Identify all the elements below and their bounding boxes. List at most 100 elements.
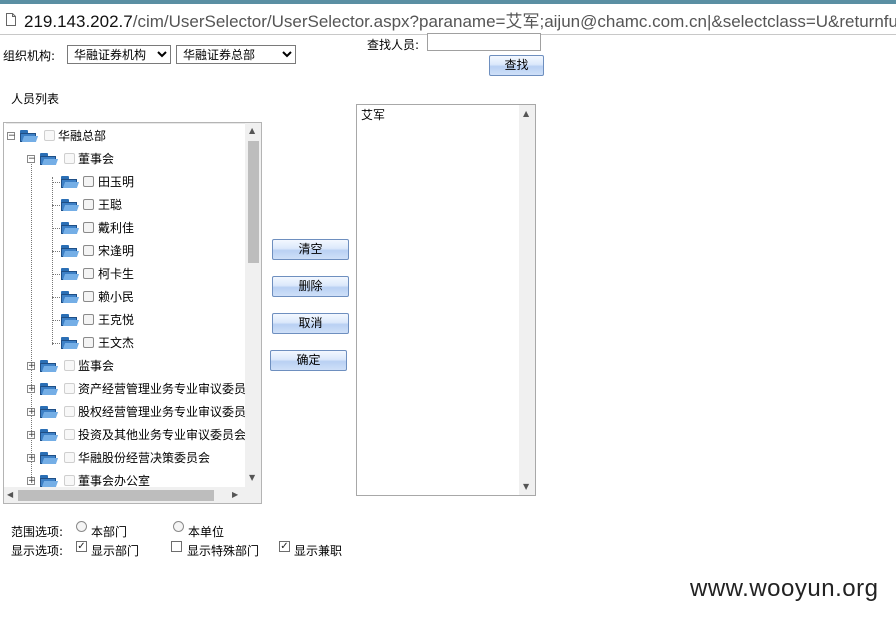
tree-node-label: 赖小民 — [98, 290, 135, 304]
show-concurrent-checkbox[interactable]: ✓ — [279, 541, 290, 552]
tree-node-board[interactable]: − 董事会 — [26, 149, 246, 169]
tree-vertical-scroll-thumb[interactable] — [248, 141, 259, 263]
tree-node-group[interactable]: + 投资及其他业务专业审议委员会 — [26, 425, 246, 445]
tree-checkbox[interactable] — [64, 153, 75, 164]
selected-list-scrollbar[interactable]: ▲ ▼ — [519, 105, 535, 495]
expand-icon[interactable]: + — [27, 362, 36, 371]
folder-icon — [61, 176, 80, 188]
tree-line — [52, 251, 60, 252]
tree-checkbox[interactable] — [83, 245, 94, 256]
org-select-primary[interactable]: 华融证券机构 — [67, 45, 171, 64]
tree-node-label: 股权经营管理业务专业审议委员 — [78, 405, 247, 419]
tree-horizontal-scrollbar[interactable]: ◀ ▶ — [4, 487, 261, 503]
scroll-up-arrow-icon[interactable]: ▲ — [249, 127, 255, 135]
tree-node-label: 董事会 — [78, 152, 115, 166]
expand-icon[interactable]: + — [27, 408, 36, 417]
tree-line — [52, 343, 60, 344]
clear-button[interactable]: 清空 — [272, 239, 349, 260]
tree-horizontal-scroll-thumb[interactable] — [18, 490, 214, 501]
scope-dept-radio[interactable] — [76, 521, 87, 532]
selected-person-list[interactable]: 艾军 ▲ ▼ — [356, 104, 536, 496]
selected-person-item[interactable]: 艾军 — [361, 106, 385, 123]
scope-options-label: 范围选项: — [11, 525, 64, 539]
expand-icon[interactable]: + — [27, 431, 36, 440]
find-button[interactable]: 查找 — [489, 55, 544, 76]
show-special-dept-checkbox[interactable] — [171, 541, 182, 552]
tree-node-member[interactable]: 宋逢明 — [52, 241, 242, 261]
show-dept-label: 显示部门 — [91, 544, 140, 558]
tree-node-group[interactable]: + 华融股份经营决策委员会 — [26, 448, 246, 468]
collapse-icon[interactable]: − — [27, 155, 36, 164]
org-label: 组织机构: — [3, 49, 56, 63]
tree-node-label: 田玉明 — [98, 175, 135, 189]
tree-checkbox[interactable] — [83, 314, 94, 325]
tree-checkbox[interactable] — [83, 199, 94, 210]
scope-dept-label: 本部门 — [91, 525, 128, 539]
tree-checkbox[interactable] — [83, 291, 94, 302]
tree-node-label: 柯卡生 — [98, 267, 135, 281]
tree-checkbox[interactable] — [83, 222, 94, 233]
tree-node-label: 资产经营管理业务专业审议委员 — [78, 382, 247, 396]
org-select-secondary[interactable]: 华融证券总部 — [176, 45, 296, 64]
tree-checkbox[interactable] — [64, 475, 75, 486]
folder-icon — [61, 245, 80, 257]
tree-node-group[interactable]: + 资产经营管理业务专业审议委员 — [26, 379, 246, 399]
tree-checkbox[interactable] — [83, 268, 94, 279]
show-concurrent-label: 显示兼职 — [294, 544, 343, 558]
folder-icon — [40, 383, 59, 395]
confirm-button[interactable]: 确定 — [270, 350, 347, 371]
tree-node-member[interactable]: 王克悦 — [52, 310, 242, 330]
address-bar[interactable]: 219.143.202.7/cim/UserSelector/UserSelec… — [0, 4, 896, 35]
tree-node-member[interactable]: 王聪 — [52, 195, 242, 215]
scroll-up-arrow-icon[interactable]: ▲ — [523, 110, 529, 118]
folder-icon — [40, 360, 59, 372]
scope-unit-radio[interactable] — [173, 521, 184, 532]
tree-node-label: 投资及其他业务专业审议委员会 — [78, 428, 247, 442]
tree-node-group[interactable]: + 监事会 — [26, 356, 246, 376]
tree-checkbox[interactable] — [64, 360, 75, 371]
tree-node-member[interactable]: 王文杰 — [52, 333, 242, 353]
tree-node-label: 华融总部 — [58, 129, 107, 143]
tree-vertical-scrollbar[interactable]: ▲ ▼ — [245, 123, 261, 487]
find-person-input[interactable] — [427, 33, 541, 51]
tree-line — [52, 205, 60, 206]
expand-icon[interactable]: + — [27, 454, 36, 463]
tree-node-member[interactable]: 柯卡生 — [52, 264, 242, 284]
tree-checkbox[interactable] — [64, 406, 75, 417]
tree-checkbox[interactable] — [83, 176, 94, 187]
scroll-down-arrow-icon[interactable]: ▼ — [523, 483, 529, 491]
folder-icon — [20, 130, 39, 142]
scroll-down-arrow-icon[interactable]: ▼ — [249, 474, 255, 482]
scroll-left-arrow-icon[interactable]: ◀ — [7, 491, 13, 499]
tree-node-member[interactable]: 戴利佳 — [52, 218, 242, 238]
tree-checkbox[interactable] — [64, 452, 75, 463]
page-icon — [6, 12, 16, 26]
url-path: /cim/UserSelector/UserSelector.aspx?para… — [132, 11, 896, 31]
folder-icon — [40, 429, 59, 441]
tree-node-root[interactable]: − 华融总部 — [6, 126, 246, 146]
cancel-button[interactable]: 取消 — [272, 313, 349, 334]
tree-checkbox[interactable] — [64, 429, 75, 440]
expand-icon[interactable]: + — [27, 477, 36, 486]
tree-checkbox[interactable] — [44, 130, 55, 141]
tree-node-member[interactable]: 赖小民 — [52, 287, 242, 307]
tree-node-group[interactable]: + 股权经营管理业务专业审议委员 — [26, 402, 246, 422]
scroll-right-arrow-icon[interactable]: ▶ — [232, 491, 238, 499]
folder-icon — [61, 291, 80, 303]
tree-node-label: 王克悦 — [98, 313, 135, 327]
collapse-icon[interactable]: − — [7, 132, 16, 141]
tree-node-label: 监事会 — [78, 359, 115, 373]
expand-icon[interactable]: + — [27, 385, 36, 394]
delete-button[interactable]: 删除 — [272, 276, 349, 297]
show-dept-checkbox[interactable]: ✓ — [76, 541, 87, 552]
folder-icon — [40, 153, 59, 165]
tree-line — [52, 274, 60, 275]
tree-checkbox[interactable] — [64, 383, 75, 394]
org-tree[interactable]: − 华融总部 − 董事会 田玉明 王聪 戴利佳 宋逢明 柯卡生 赖小民 王克悦 … — [3, 122, 262, 504]
tree-node-member[interactable]: 田玉明 — [52, 172, 242, 192]
tree-checkbox[interactable] — [83, 337, 94, 348]
tree-line — [52, 228, 60, 229]
tree-node-label: 宋逢明 — [98, 244, 135, 258]
tree-line — [52, 297, 60, 298]
tree-node-label: 王聪 — [98, 198, 123, 212]
